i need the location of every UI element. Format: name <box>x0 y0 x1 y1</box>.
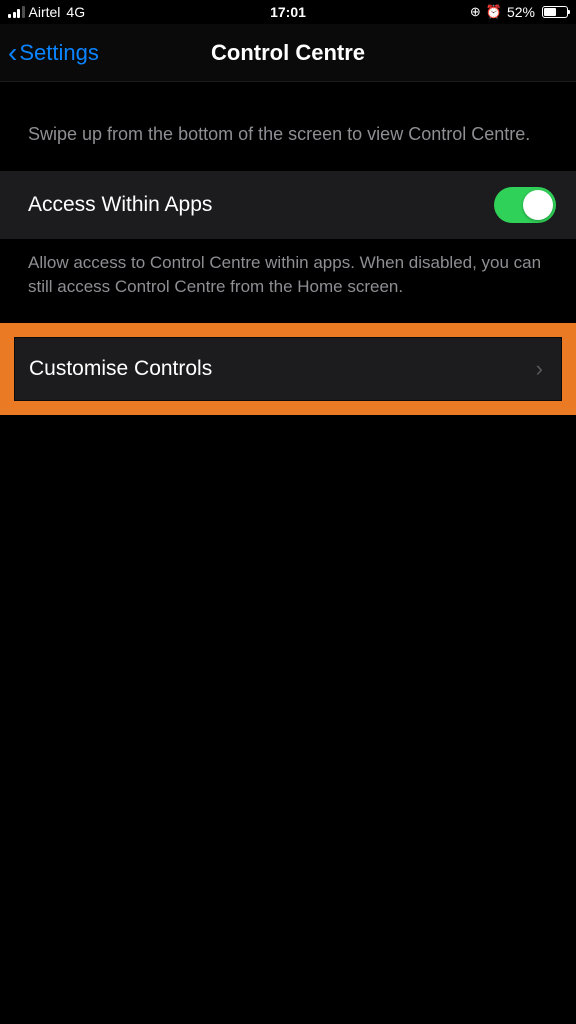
intro-description: Swipe up from the bottom of the screen t… <box>0 82 576 171</box>
carrier-label: Airtel <box>29 4 61 20</box>
page-title: Control Centre <box>211 40 365 66</box>
status-bar: Airtel 4G 17:01 ⊕ ⏰ 52% <box>0 0 576 24</box>
access-within-apps-toggle[interactable] <box>494 187 556 223</box>
customise-controls-label: Customise Controls <box>29 357 212 381</box>
toggle-knob <box>523 190 553 220</box>
signal-strength-icon <box>8 6 25 18</box>
status-left: Airtel 4G <box>8 4 85 20</box>
chevron-right-icon: › <box>536 356 543 382</box>
back-button[interactable]: ‹ Settings <box>0 39 99 67</box>
orientation-lock-icon: ⊕ <box>470 4 481 20</box>
highlight-annotation: Customise Controls › <box>0 323 576 415</box>
customise-controls-row[interactable]: Customise Controls › <box>14 337 562 401</box>
access-within-apps-row: Access Within Apps <box>0 171 576 239</box>
chevron-left-icon: ‹ <box>8 39 17 67</box>
alarm-icon: ⏰ <box>486 4 502 20</box>
access-within-apps-label: Access Within Apps <box>28 193 212 217</box>
back-label: Settings <box>19 40 99 66</box>
battery-icon <box>542 6 568 18</box>
navigation-bar: ‹ Settings Control Centre <box>0 24 576 82</box>
network-type-label: 4G <box>66 4 85 20</box>
battery-percent-label: 52% <box>507 4 535 20</box>
status-right: ⊕ ⏰ 52% <box>470 4 568 20</box>
clock: 17:01 <box>270 4 306 20</box>
access-within-apps-footer: Allow access to Control Centre within ap… <box>0 239 576 323</box>
